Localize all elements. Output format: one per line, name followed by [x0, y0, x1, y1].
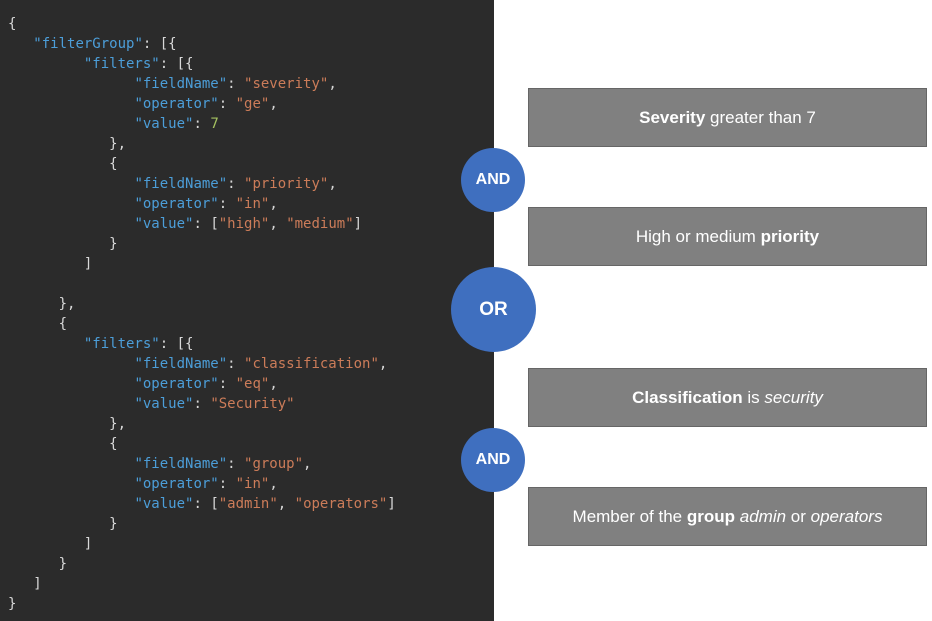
code-str-classification: "classification": [244, 356, 379, 372]
description-segment: is: [743, 388, 765, 408]
code-str-Security: "Security": [210, 396, 294, 412]
code-key-filterGroup: "filterGroup": [33, 36, 143, 52]
description-segment: priority: [761, 227, 820, 247]
code-num-seven: 7: [210, 116, 218, 132]
description-box-severity: Severity greater than 7: [528, 88, 927, 147]
description-segment: security: [764, 388, 823, 408]
code-str-ge: "ge": [236, 96, 270, 112]
code-str-eq: "eq": [236, 376, 270, 392]
operator-badge-or: OR: [451, 267, 536, 352]
code-key-filters: "filters": [84, 56, 160, 72]
description-segment: operators: [811, 507, 883, 527]
code-str-priority: "priority": [244, 176, 328, 192]
description-segment: Member of the: [573, 507, 687, 527]
description-box-priority: High or medium priority: [528, 207, 927, 266]
code-str-group: "group": [244, 456, 303, 472]
description-segment: admin: [740, 507, 786, 527]
operator-badge-and: AND: [461, 148, 525, 212]
description-box-group: Member of the group admin or operators: [528, 487, 927, 546]
code-key-fieldName: "fieldName": [134, 76, 227, 92]
description-segment: Severity: [639, 108, 705, 128]
code-str-in: "in": [236, 196, 270, 212]
code-panel: { "filterGroup": [{ "filters": [{ "field…: [0, 0, 494, 621]
description-segment: High or medium: [636, 227, 761, 247]
description-segment: or: [786, 507, 811, 527]
operator-badge-and: AND: [461, 428, 525, 492]
description-box-classification: Classification is security: [528, 368, 927, 427]
code-brace: {: [8, 16, 16, 32]
description-segment: greater than 7: [705, 108, 816, 128]
description-segment: group: [687, 507, 735, 527]
description-segment: Classification: [632, 388, 743, 408]
code-str-severity: "severity": [244, 76, 328, 92]
